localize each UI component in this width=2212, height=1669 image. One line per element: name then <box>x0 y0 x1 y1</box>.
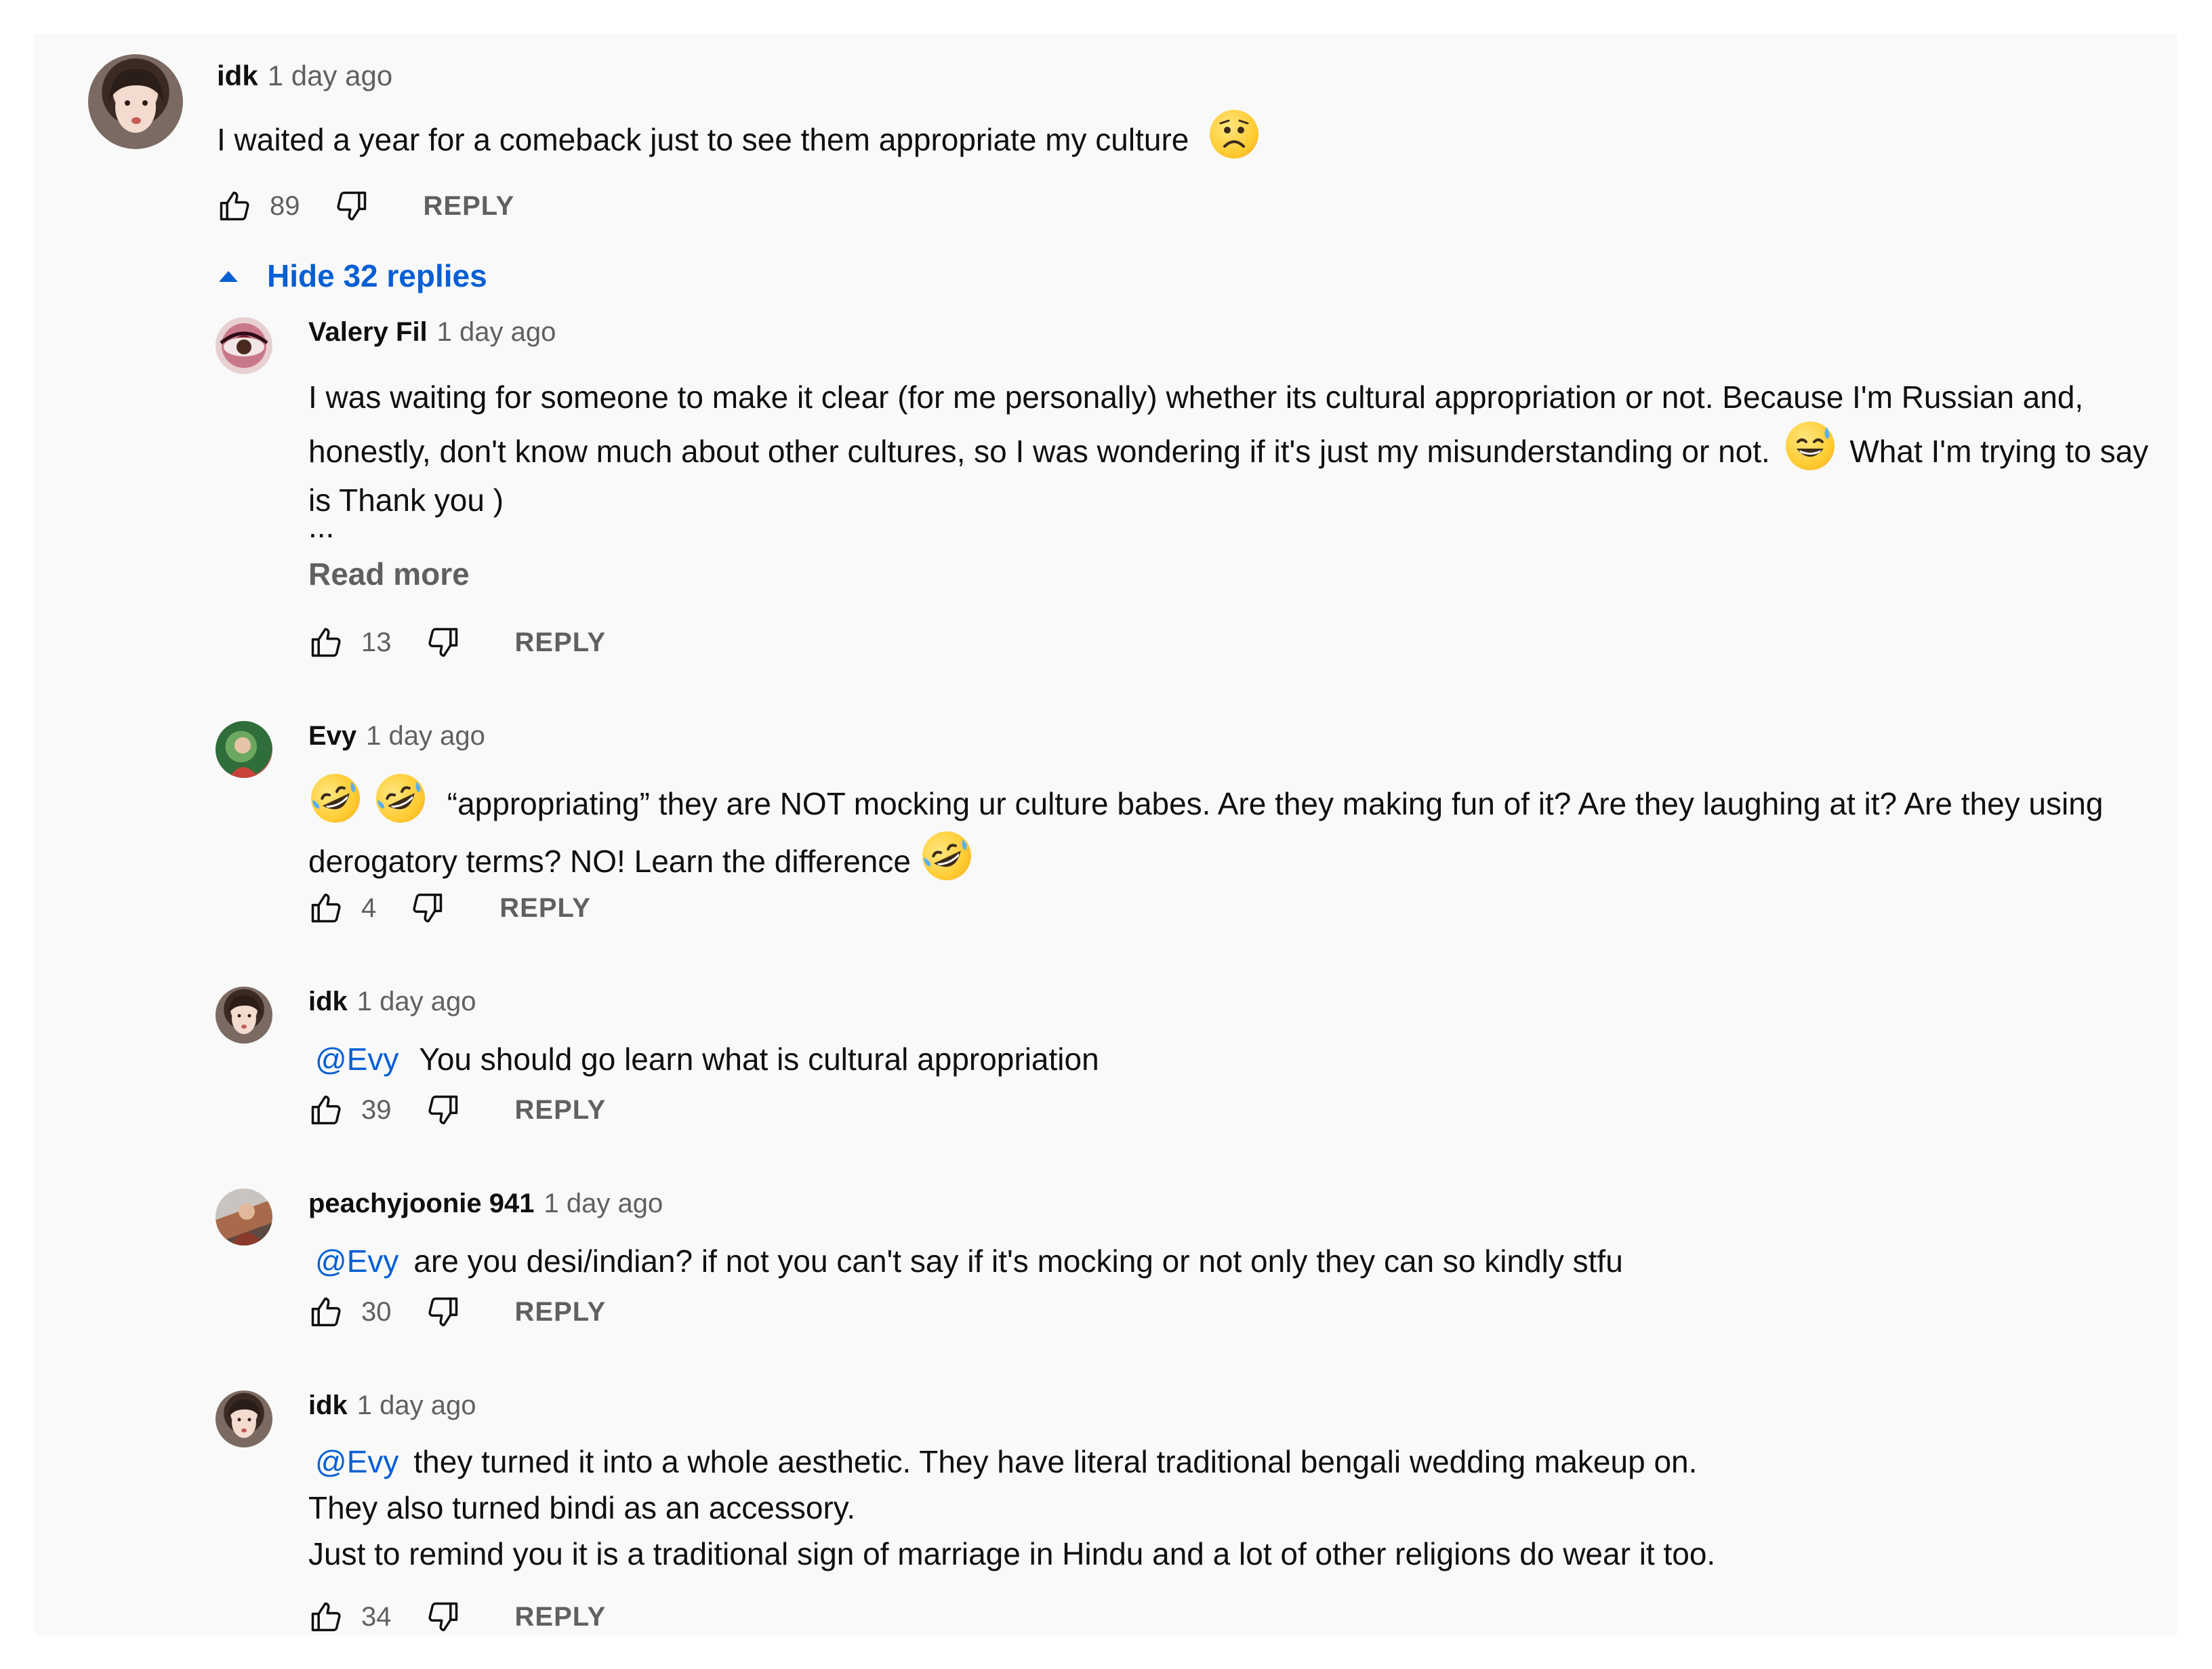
dislike-icon[interactable] <box>410 890 445 926</box>
reply-text: “appropriating” they are NOT mocking ur … <box>303 766 2165 889</box>
chevron-up-icon <box>219 271 238 282</box>
comment-timestamp[interactable]: 1 day ago <box>357 1390 476 1420</box>
reply-button[interactable]: REPLY <box>424 191 515 222</box>
rolling-on-the-floor-laughing-emoji <box>914 823 979 888</box>
avatar[interactable] <box>216 721 272 778</box>
comment-timestamp[interactable]: 1 day ago <box>268 60 393 91</box>
reply-actions: 39 REPLY <box>308 1090 606 1130</box>
avatar-face-icon <box>228 995 261 1034</box>
avatar[interactable] <box>216 987 272 1044</box>
hide-replies-toggle[interactable]: Hide 32 replies <box>217 257 487 294</box>
like-icon[interactable] <box>308 890 344 926</box>
like-icon[interactable] <box>217 188 252 224</box>
reply-actions: 30 REPLY <box>308 1292 606 1332</box>
like-icon[interactable] <box>308 1599 344 1634</box>
like-icon[interactable] <box>308 625 344 660</box>
avatar-face-icon <box>108 68 164 133</box>
avatar[interactable] <box>216 1390 272 1447</box>
like-count: 34 <box>361 1601 392 1632</box>
like-count: 13 <box>361 627 392 657</box>
read-more-link[interactable]: Read more <box>308 556 470 592</box>
comment-actions: 89 REPLY <box>217 186 514 226</box>
comment-author-header: idk 1 day ago <box>217 60 392 92</box>
dislike-icon[interactable] <box>334 188 369 224</box>
reply-author-header: Evy 1 day ago <box>308 721 485 751</box>
mention-link[interactable]: @Evy <box>315 1243 398 1279</box>
dislike-icon[interactable] <box>426 1294 461 1330</box>
dislike-icon[interactable] <box>426 1599 461 1634</box>
rolling-on-the-floor-laughing-emoji <box>368 766 433 831</box>
comment-timestamp[interactable]: 1 day ago <box>437 317 556 347</box>
worried-face-emoji <box>1210 110 1259 159</box>
avatar-photo-icon <box>230 1203 264 1245</box>
reply-text-line: @Evy they turned it into a whole aestheti… <box>315 1443 1697 1480</box>
reply-actions: 4 REPLY <box>308 888 591 928</box>
avatar[interactable] <box>216 317 272 374</box>
reply-button[interactable]: REPLY <box>515 1297 607 1327</box>
reply-text: @Evy are you desi/indian? if not you can'… <box>315 1243 1623 1279</box>
comment-text: I waited a year for a comeback just to s… <box>217 110 1261 159</box>
reply-text-content: You should go learn what is cultural app… <box>419 1042 1099 1077</box>
like-count: 30 <box>361 1296 392 1327</box>
reply-author-header: peachyjoonie 941 1 day ago <box>308 1189 663 1219</box>
author-name[interactable]: peachyjoonie 941 <box>308 1189 534 1218</box>
reply-button[interactable]: REPLY <box>515 1602 607 1632</box>
avatar[interactable] <box>216 1189 272 1245</box>
mention-link[interactable]: @Evy <box>315 1444 398 1479</box>
author-name[interactable]: idk <box>217 60 258 91</box>
reply-button[interactable]: REPLY <box>499 893 591 924</box>
author-name[interactable]: idk <box>308 1390 348 1420</box>
comments-panel: idk 1 day ago I waited a year for a comeb… <box>34 34 2177 1635</box>
comment-text-content: I waited a year for a comeback just to s… <box>217 122 1189 157</box>
dislike-icon[interactable] <box>426 1092 461 1128</box>
author-name[interactable]: Evy <box>308 721 356 751</box>
rolling-on-the-floor-laughing-emoji <box>303 766 368 831</box>
reply-author-header: idk 1 day ago <box>308 1390 476 1421</box>
author-name[interactable]: Valery Fil <box>308 317 428 347</box>
reply-actions: 34 REPLY <box>308 1596 606 1635</box>
avatar-eye-icon <box>220 331 268 356</box>
reply-text: @Evy You should go learn what is cultural… <box>315 1041 1099 1077</box>
reply-text-content: derogatory terms? NO! Learn the differen… <box>308 844 911 879</box>
comment-timestamp[interactable]: 1 day ago <box>366 721 485 751</box>
author-name[interactable]: idk <box>308 987 348 1016</box>
reply-button[interactable]: REPLY <box>515 1095 607 1126</box>
reply-actions: 13 REPLY <box>308 622 606 663</box>
reply-text-line: They also turned bindi as an accessory. <box>308 1490 856 1525</box>
like-count: 39 <box>361 1094 392 1125</box>
hide-replies-label: Hide 32 replies <box>267 258 487 293</box>
like-icon[interactable] <box>308 1294 344 1330</box>
reply-button[interactable]: REPLY <box>515 627 607 658</box>
reply-author-header: idk 1 day ago <box>308 987 476 1017</box>
comment-timestamp[interactable]: 1 day ago <box>357 987 476 1016</box>
reply-text-content: they turned it into a whole aesthetic. T… <box>413 1444 1698 1479</box>
grinning-face-with-sweat-emoji <box>1785 421 1835 470</box>
reply-text: I was waiting for someone to make it cle… <box>308 373 2165 524</box>
reply-text-line: Just to remind you it is a traditional s… <box>308 1536 1716 1571</box>
comment-timestamp[interactable]: 1 day ago <box>544 1189 663 1218</box>
like-icon[interactable] <box>308 1092 344 1128</box>
reply-author-header: Valery Fil 1 day ago <box>308 317 556 348</box>
dislike-icon[interactable] <box>426 625 461 660</box>
reply-text-content: are you desi/indian? if not you can't sa… <box>413 1243 1623 1279</box>
like-count: 89 <box>270 190 300 221</box>
avatar-face-icon <box>228 1399 261 1438</box>
reply-text-content: “appropriating” they are NOT mocking ur … <box>447 786 2104 821</box>
mention-link[interactable]: @Evy <box>315 1042 398 1077</box>
like-count: 4 <box>361 892 377 923</box>
ellipsis: ... <box>308 509 335 544</box>
avatar-figure-icon <box>229 737 259 778</box>
avatar[interactable] <box>88 54 183 149</box>
